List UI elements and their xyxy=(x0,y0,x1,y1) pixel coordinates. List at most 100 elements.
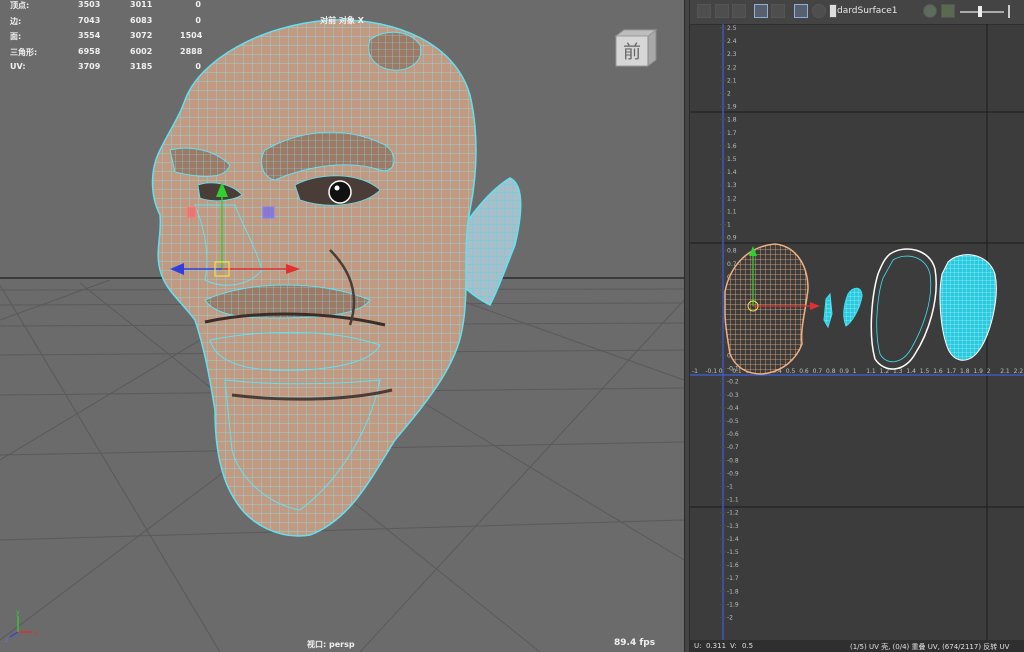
uv-vtick-label: -0.3 xyxy=(727,392,739,399)
fps-counter: 89.4 fps xyxy=(614,638,656,648)
uv-vtick-label: 2.2 xyxy=(727,64,737,71)
uv-vtick-label: 1.7 xyxy=(727,130,737,137)
checker-icon[interactable] xyxy=(812,4,826,18)
axis-indicator: x y z xyxy=(5,609,38,644)
uv-vtick-label: 2 xyxy=(727,91,731,98)
view-cube[interactable]: 前 xyxy=(614,28,658,68)
uv-vtick-label: 1.9 xyxy=(727,104,737,111)
uv-shell-icon[interactable] xyxy=(697,4,711,18)
more-options-icon[interactable] xyxy=(1008,5,1010,18)
uv-htick-label: 1.7 xyxy=(947,368,957,375)
viewport-object-label: 对前 对象 X xyxy=(320,16,364,25)
head-mesh xyxy=(151,19,522,537)
uv-vtick-label: -1.3 xyxy=(727,523,739,530)
hud-value: 3011 xyxy=(130,0,153,9)
uv-vtick-label: -1 xyxy=(727,484,733,491)
uv-shell-outline-inner xyxy=(876,255,932,363)
uv-htick-label: 0.5 xyxy=(786,368,796,375)
uv-vtick-label: -1.9 xyxy=(727,601,739,608)
slider-icon[interactable] xyxy=(978,6,982,17)
image-toggle-icon[interactable] xyxy=(829,4,837,18)
hud-label: 顶点: xyxy=(10,1,30,10)
uv-vtick-label: 1.1 xyxy=(727,208,737,215)
uv-htick-label: 2.1 xyxy=(1000,368,1010,375)
hud-value: 6002 xyxy=(130,46,153,56)
uv-vtick-label: 1.2 xyxy=(727,195,737,202)
grid-icon[interactable] xyxy=(794,4,808,18)
uv-vtick-label: -1.1 xyxy=(727,497,739,504)
uv-vtick-label: 0.9 xyxy=(727,235,737,242)
plane-handle-yz xyxy=(186,206,197,219)
uv-vtick-label: -1.8 xyxy=(727,588,739,595)
uv-vtick-label: -0.4 xyxy=(727,405,739,412)
hud-label: 面: xyxy=(10,32,22,41)
uv-vtick-label: -2 xyxy=(727,615,733,622)
plane-handle-xy xyxy=(262,206,275,219)
uv-vtick-label: -1.5 xyxy=(727,549,739,556)
uv-vtick-label: 2.4 xyxy=(727,38,737,45)
uv-editor-panel: dardSurface1 2.5 2.4 2.3 2.2 2.1 2 1.9 1… xyxy=(690,0,1024,652)
exposure-slider[interactable] xyxy=(960,11,1004,13)
hud-value: 3072 xyxy=(130,31,153,40)
hud-value: 0 xyxy=(195,0,201,9)
uv-vtick-label: -0.8 xyxy=(727,457,739,464)
hud-value: 3709 xyxy=(78,62,101,71)
head-topknot xyxy=(368,31,422,71)
uv-htick-label: 0.9 xyxy=(839,368,849,375)
uv-vtick-label: -1.7 xyxy=(727,575,739,582)
uv-htick-label: -1 xyxy=(692,368,698,375)
uv-shell-small-2 xyxy=(843,287,863,327)
image-icon[interactable] xyxy=(941,4,955,18)
frame-icon[interactable] xyxy=(754,4,768,18)
isolate-icon[interactable] xyxy=(732,4,746,18)
uv-htick-label: 0.6 xyxy=(799,368,809,375)
uv-vtick-label: 1.3 xyxy=(727,182,737,189)
uv-status-bar: U: 0.311 V: 0.5 (1/5) UV 壳, (0/4) 重叠 UV,… xyxy=(690,640,1024,652)
uv-vtick-label: 1.5 xyxy=(727,156,737,163)
uv-htick-label: -0.1 xyxy=(705,368,717,375)
u-value[interactable]: 0.311 xyxy=(706,642,726,650)
uv-surface-name: dardSurface1 xyxy=(837,6,898,16)
uv-vtick-label: -0.2 xyxy=(727,379,739,386)
viewport-scene[interactable]: x y z xyxy=(0,0,684,652)
uv-htick-label: 1.4 xyxy=(906,368,916,375)
uv-htick-label: 2.2 xyxy=(1014,368,1024,375)
uv-htick-label: 0.8 xyxy=(826,368,836,375)
uv-vtick-label: 2.1 xyxy=(727,77,737,84)
hud-value: 3554 xyxy=(78,31,101,40)
uv-selection-info: (1/5) UV 壳, (0/4) 重叠 UV, (674/2117) 反转 U… xyxy=(850,643,1010,651)
u-label: U: xyxy=(694,642,702,650)
uv-htick-label: 0.7 xyxy=(813,368,823,375)
uv-htick-label: 2 xyxy=(987,368,991,375)
uv-vtick-label: -0.9 xyxy=(727,470,739,477)
uv-shell-cyan-large xyxy=(939,254,997,361)
camera-name: 视口: persp xyxy=(307,640,355,649)
uv-vtick-label: 1.4 xyxy=(727,169,737,176)
eye-ball xyxy=(328,180,352,204)
hud-value: 6958 xyxy=(78,46,101,56)
uv-toolbar: dardSurface1 xyxy=(690,0,1024,25)
perspective-viewport[interactable]: x y z 顶点: 3503 3011 0 边: 7043 6083 0 面: … xyxy=(0,0,684,652)
v-value[interactable]: 0.5 xyxy=(742,642,753,650)
uv-vtick-label: -1.6 xyxy=(727,562,739,569)
display-icon[interactable] xyxy=(771,4,785,18)
uv-vtick-label: -1.2 xyxy=(727,510,739,517)
uv-htick-label: 1.9 xyxy=(973,368,983,375)
uv-vtick-label: -0.5 xyxy=(727,418,739,425)
wire-icon[interactable] xyxy=(923,4,937,18)
view-cube-face-label: 前 xyxy=(623,42,641,63)
hud-value: 0 xyxy=(195,62,201,71)
uv-htick-label: 0 xyxy=(719,368,723,375)
uv-canvas[interactable]: 2.5 2.4 2.3 2.2 2.1 2 1.9 1.8 1.7 1.6 1.5 1.4 1.3 1.2… xyxy=(690,24,1024,640)
uv-shell-outline xyxy=(870,248,937,370)
axis-label-y: y xyxy=(16,609,20,616)
hud-label: UV: xyxy=(10,62,26,71)
uv-htick-label: 1 xyxy=(853,368,857,375)
hud-value: 3185 xyxy=(130,62,153,71)
uv-vtick-label: 2.5 xyxy=(727,25,737,32)
uv-grid-svg[interactable]: 2.52.42.32.22.121.91.81.71.61.51.41.31.2… xyxy=(690,24,1024,640)
hud-label: 三角形: xyxy=(10,47,38,57)
uv-htick-label: 1.5 xyxy=(920,368,930,375)
uv-vtick-label: -0.6 xyxy=(727,431,739,438)
texel-icon[interactable] xyxy=(715,4,729,18)
